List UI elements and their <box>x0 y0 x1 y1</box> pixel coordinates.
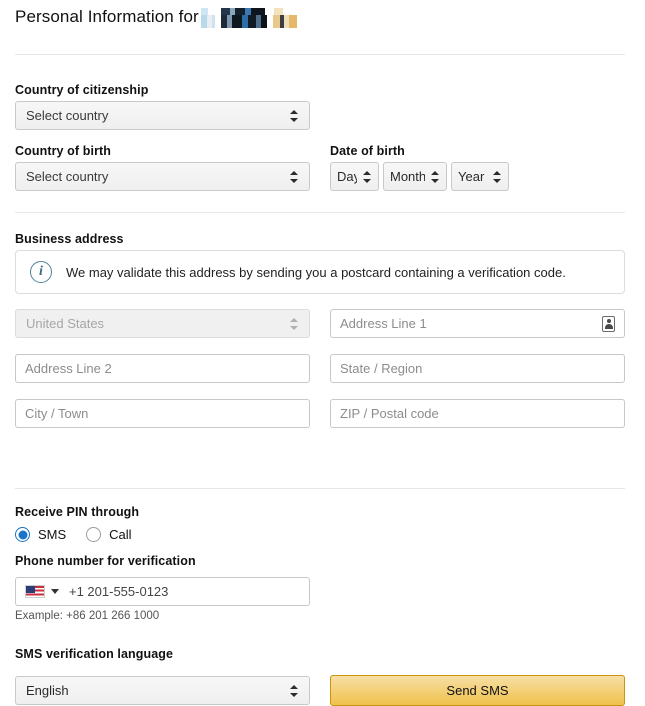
country-citizenship-label: Country of citizenship <box>15 83 149 97</box>
dob-year-value: Year <box>458 169 485 184</box>
state-region-input[interactable]: State / Region <box>330 354 625 383</box>
select-arrows-icon <box>493 169 502 185</box>
select-arrows-icon <box>290 108 299 124</box>
radio-call[interactable] <box>86 527 102 542</box>
address-line-1-placeholder: Address Line 1 <box>340 316 427 331</box>
personal-information-form: Personal Information for Country of citi… <box>0 0 645 706</box>
phone-number-input[interactable]: +1 201-555-0123 <box>15 577 310 606</box>
radio-call-label: Call <box>109 527 132 542</box>
address-line-2-placeholder: Address Line 2 <box>25 361 112 376</box>
address-line-1-input[interactable]: Address Line 1 <box>330 309 625 338</box>
select-arrows-icon <box>290 169 299 185</box>
us-flag-icon[interactable] <box>25 585 45 598</box>
sms-language-value: English <box>26 683 69 698</box>
send-sms-button-label: Send SMS <box>446 683 509 698</box>
page-header: Personal Information for <box>15 7 297 28</box>
phone-number-label: Phone number for verification <box>15 554 196 568</box>
address-country-value: United States <box>26 316 105 331</box>
address-line-2-input[interactable]: Address Line 2 <box>15 354 310 383</box>
country-birth-value: Select country <box>26 169 109 184</box>
receive-pin-radio-group: SMS Call <box>15 527 144 542</box>
date-of-birth-label: Date of birth <box>330 144 405 158</box>
dob-month-value: Month <box>390 169 425 184</box>
select-arrows-icon <box>431 169 440 185</box>
select-arrows-icon <box>290 316 299 332</box>
dob-year-select[interactable]: Year <box>451 162 509 191</box>
country-birth-label: Country of birth <box>15 144 112 158</box>
dob-month-select[interactable]: Month <box>383 162 447 191</box>
address-info-box: i We may validate this address by sendin… <box>15 250 625 294</box>
country-citizenship-value: Select country <box>26 108 109 123</box>
zip-postal-code-placeholder: ZIP / Postal code <box>340 406 439 421</box>
sms-language-select[interactable]: English <box>15 676 310 705</box>
phone-number-placeholder: +1 201-555-0123 <box>69 584 169 599</box>
select-arrows-icon <box>290 683 299 699</box>
sms-language-label: SMS verification language <box>15 647 174 661</box>
redacted-name-block <box>200 8 297 28</box>
info-circle-icon: i <box>30 261 52 283</box>
divider-address <box>15 212 625 213</box>
address-info-text: We may validate this address by sending … <box>66 264 566 280</box>
select-arrows-icon <box>363 169 372 185</box>
city-town-input[interactable]: City / Town <box>15 399 310 428</box>
dob-day-select[interactable]: Day <box>330 162 379 191</box>
send-sms-button[interactable]: Send SMS <box>330 675 625 706</box>
dob-day-value: Day <box>337 169 357 184</box>
radio-sms[interactable] <box>15 527 30 542</box>
chevron-down-icon[interactable] <box>51 589 59 594</box>
zip-postal-code-input[interactable]: ZIP / Postal code <box>330 399 625 428</box>
city-town-placeholder: City / Town <box>25 406 89 421</box>
receive-pin-label: Receive PIN through <box>15 505 140 519</box>
country-citizenship-select[interactable]: Select country <box>15 101 310 130</box>
country-birth-select[interactable]: Select country <box>15 162 310 191</box>
radio-sms-label: SMS <box>38 527 67 542</box>
autofill-contact-icon[interactable] <box>602 315 615 332</box>
address-country-select: United States <box>15 309 310 338</box>
page-title: Personal Information for <box>15 7 199 26</box>
business-address-label: Business address <box>15 232 124 246</box>
divider-pin <box>15 488 625 489</box>
divider-header <box>15 54 625 55</box>
phone-example-hint: Example: +86 201 266 1000 <box>15 610 160 622</box>
state-region-placeholder: State / Region <box>340 361 423 376</box>
